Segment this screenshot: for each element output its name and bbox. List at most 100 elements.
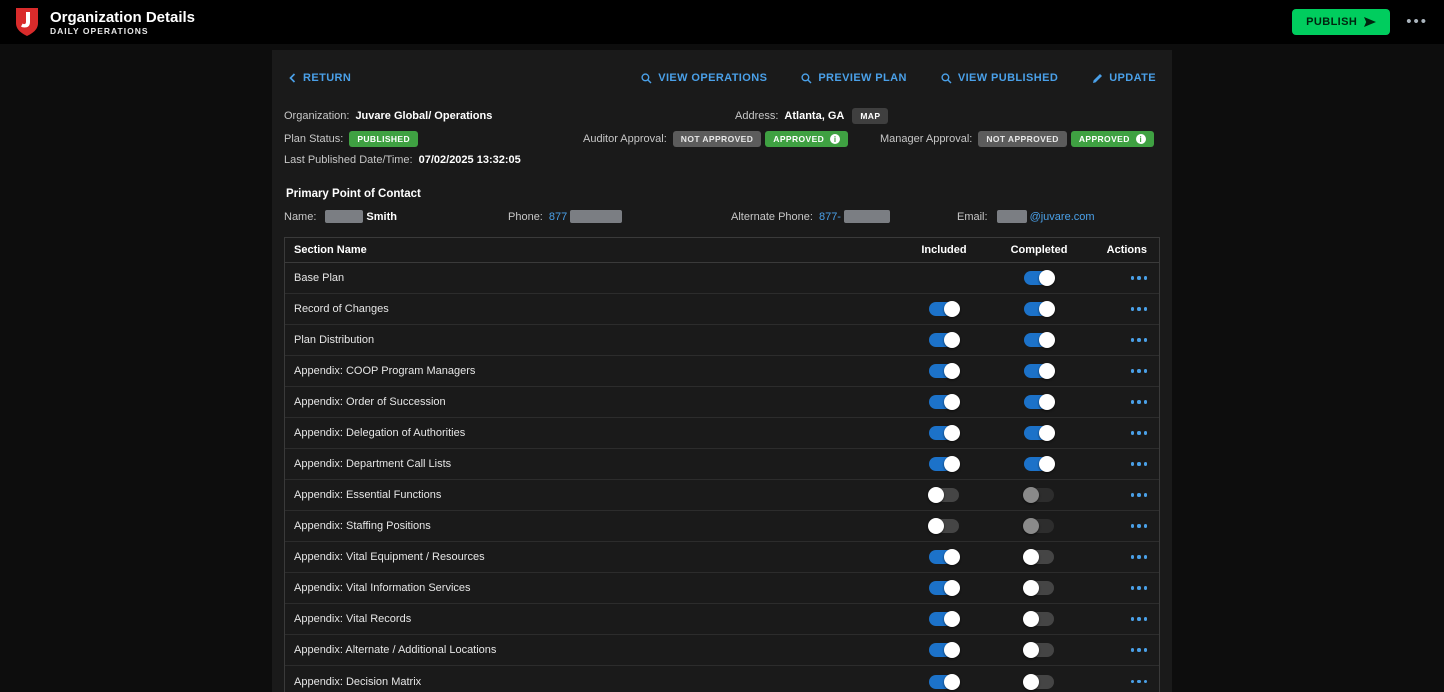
search-icon (641, 73, 652, 84)
last-published-row: Last Published Date/Time: 07/02/2025 13:… (284, 154, 1160, 166)
completed-toggle[interactable] (1024, 426, 1054, 440)
completed-cell (989, 612, 1089, 626)
included-toggle[interactable] (929, 550, 959, 564)
completed-toggle[interactable] (1024, 581, 1054, 595)
map-button[interactable]: MAP (852, 108, 888, 124)
row-actions-button[interactable] (1131, 551, 1148, 563)
completed-toggle[interactable] (1024, 643, 1054, 657)
completed-cell (989, 364, 1089, 378)
table-header-row: Section Name Included Completed Actions (285, 238, 1159, 263)
last-published-value: 07/02/2025 13:32:05 (419, 154, 521, 166)
completed-cell (989, 302, 1089, 316)
row-actions-button[interactable] (1131, 613, 1148, 625)
included-toggle[interactable] (929, 488, 959, 502)
completed-toggle[interactable] (1024, 612, 1054, 626)
row-actions-button[interactable] (1131, 396, 1148, 408)
toggle-knob (1023, 674, 1039, 690)
toggle-knob (1023, 487, 1039, 503)
update-button[interactable]: UPDATE (1092, 72, 1156, 84)
section-name: Appendix: Order of Succession (285, 396, 899, 408)
included-toggle[interactable] (929, 519, 959, 533)
header-actions: Actions (1089, 244, 1159, 256)
publish-button[interactable]: PUBLISH (1292, 9, 1390, 35)
row-actions-button[interactable] (1131, 272, 1148, 284)
table-row: Appendix: Vital Records (285, 604, 1159, 635)
included-cell (899, 519, 989, 533)
email-link[interactable]: @juvare.com (1030, 211, 1095, 223)
return-button[interactable]: RETURN (288, 72, 351, 84)
address-value: Atlanta, GA (784, 110, 844, 122)
completed-toggle[interactable] (1024, 395, 1054, 409)
toggle-knob (944, 363, 960, 379)
toggle-knob (1023, 549, 1039, 565)
auditor-approved-button[interactable]: APPROVED i (765, 131, 848, 147)
row-actions-button[interactable] (1131, 676, 1148, 688)
toggle-knob (1039, 394, 1055, 410)
included-toggle[interactable] (929, 364, 959, 378)
completed-toggle[interactable] (1024, 302, 1054, 316)
included-toggle[interactable] (929, 333, 959, 347)
row-actions-button[interactable] (1131, 489, 1148, 501)
redacted-phone (570, 210, 622, 223)
row-actions-button[interactable] (1131, 582, 1148, 594)
preview-plan-button[interactable]: PREVIEW PLAN (801, 72, 907, 84)
info-icon: i (1136, 134, 1146, 144)
included-toggle[interactable] (929, 395, 959, 409)
plan-status-badge: PUBLISHED (349, 131, 418, 147)
completed-cell (989, 426, 1089, 440)
completed-toggle[interactable] (1024, 333, 1054, 347)
info-icon: i (830, 134, 840, 144)
toggle-knob (944, 642, 960, 658)
row-actions-button[interactable] (1131, 303, 1148, 315)
search-icon (801, 73, 812, 84)
completed-toggle[interactable] (1024, 364, 1054, 378)
completed-toggle (1024, 519, 1054, 533)
manager-not-approved-button[interactable]: NOT APPROVED (978, 131, 1067, 147)
table-row: Base Plan (285, 263, 1159, 294)
included-cell (899, 426, 989, 440)
row-actions-button[interactable] (1131, 427, 1148, 439)
view-operations-button[interactable]: VIEW OPERATIONS (641, 72, 767, 84)
header-included: Included (899, 244, 989, 256)
toggle-knob (1023, 611, 1039, 627)
included-toggle[interactable] (929, 302, 959, 316)
organization-row: Organization: Juvare Global/ Operations … (284, 108, 1160, 124)
included-toggle[interactable] (929, 612, 959, 626)
row-actions-button[interactable] (1131, 334, 1148, 346)
auditor-not-approved-button[interactable]: NOT APPROVED (673, 131, 762, 147)
included-toggle[interactable] (929, 457, 959, 471)
included-toggle[interactable] (929, 426, 959, 440)
publish-label: PUBLISH (1306, 16, 1357, 28)
toggle-knob (1023, 580, 1039, 596)
completed-toggle[interactable] (1024, 457, 1054, 471)
toggle-knob (1039, 456, 1055, 472)
manager-approval-label: Manager Approval: (880, 133, 972, 145)
row-actions-button[interactable] (1131, 458, 1148, 470)
header-completed: Completed (989, 244, 1089, 256)
row-actions-button[interactable] (1131, 365, 1148, 377)
included-toggle[interactable] (929, 643, 959, 657)
completed-cell (989, 643, 1089, 657)
table-row: Appendix: Vital Equipment / Resources (285, 542, 1159, 573)
more-options-button[interactable]: ••• (1404, 13, 1430, 31)
alternate-phone-link[interactable]: 877- (819, 211, 841, 223)
completed-toggle[interactable] (1024, 675, 1054, 689)
pencil-icon (1092, 73, 1103, 84)
toggle-knob (1039, 332, 1055, 348)
name-label: Name: (284, 211, 316, 223)
view-published-button[interactable]: VIEW PUBLISHED (941, 72, 1058, 84)
toggle-knob (1023, 642, 1039, 658)
completed-toggle[interactable] (1024, 271, 1054, 285)
included-cell (899, 675, 989, 689)
completed-toggle[interactable] (1024, 550, 1054, 564)
row-actions-button[interactable] (1131, 644, 1148, 656)
phone-link[interactable]: 877 (549, 211, 567, 223)
included-toggle[interactable] (929, 581, 959, 595)
header-section-name: Section Name (285, 244, 899, 256)
organization-value: Juvare Global/ Operations (355, 110, 492, 122)
included-toggle[interactable] (929, 675, 959, 689)
title-block: Organization Details DAILY OPERATIONS (50, 9, 195, 36)
toggle-knob (1039, 301, 1055, 317)
row-actions-button[interactable] (1131, 520, 1148, 532)
manager-approved-button[interactable]: APPROVED i (1071, 131, 1154, 147)
